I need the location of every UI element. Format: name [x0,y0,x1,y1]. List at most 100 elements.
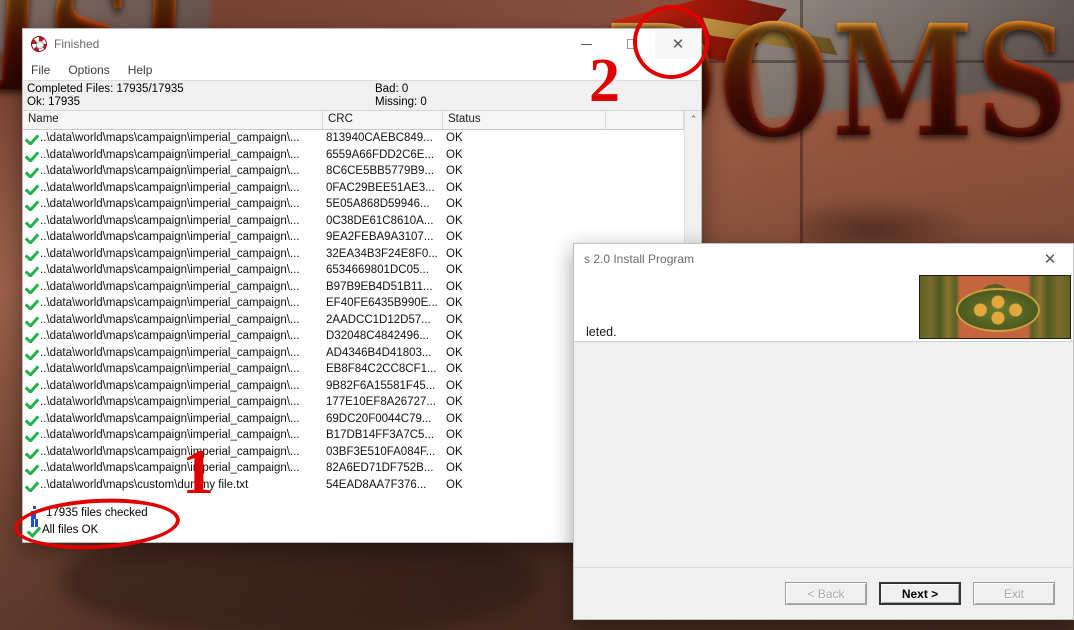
checkmark-icon [24,346,38,360]
scroll-up-icon[interactable]: ⌃ [685,111,701,128]
table-row[interactable]: ..\data\world\maps\campaign\imperial_cam… [23,180,701,197]
cell-crc: AD4346B4D41803... [326,346,432,359]
cell-status: OK [446,132,463,145]
cell-name-text: ..\data\world\maps\campaign\imperial_cam… [40,346,300,359]
maximize-icon [627,39,637,49]
cell-name-text: ..\data\world\maps\campaign\imperial_cam… [40,198,300,211]
cell-name: ..\data\world\maps\campaign\imperial_cam… [23,263,323,277]
checkmark-icon [24,412,38,426]
checkmark-icon [24,263,38,277]
install-message-text: leted. [586,325,617,339]
minimize-button[interactable] [563,29,609,59]
column-header-status[interactable]: Status [443,111,606,129]
cell-name: ..\data\world\maps\campaign\imperial_cam… [23,412,323,426]
cell-crc: 9B82F6A15581F45... [326,379,436,392]
crc-window-title: Finished [54,37,100,51]
column-header-name[interactable]: Name [23,111,323,129]
table-row[interactable]: ..\data\world\maps\campaign\imperial_cam… [23,163,701,180]
checkmark-icon [24,461,38,475]
cell-name: ..\data\world\maps\campaign\imperial_cam… [23,197,323,211]
table-row[interactable]: ..\data\world\maps\campaign\imperial_cam… [23,147,701,164]
crc-statistics-panel: Completed Files: 17935/17935 Ok: 17935 B… [23,80,701,110]
column-header-crc[interactable]: CRC [323,111,443,129]
cell-name: ..\data\world\maps\campaign\imperial_cam… [23,329,323,343]
cell-name-text: ..\data\world\maps\campaign\imperial_cam… [40,363,300,376]
cell-crc: 813940CAEBC849... [326,132,433,145]
maximize-button[interactable] [609,29,655,59]
cell-name-text: ..\data\world\maps\campaign\imperial_cam… [40,280,300,293]
column-header-blank[interactable] [606,111,684,129]
checkmark-icon [24,181,38,195]
table-row[interactable]: ..\data\world\maps\campaign\imperial_cam… [23,213,701,230]
checkmark-icon [24,131,38,145]
cell-status: OK [446,214,463,227]
install-titlebar[interactable]: s 2.0 Install Program ✕ [574,244,1073,273]
close-button[interactable]: ✕ [655,29,701,59]
cell-name-text: ..\data\world\maps\campaign\imperial_cam… [40,231,300,244]
cell-name: ..\data\world\maps\campaign\imperial_cam… [23,362,323,376]
cell-crc: 32EA34B3F24E8F0... [326,247,438,260]
stat-bad-count: Bad: 0 [375,83,409,95]
cell-name: ..\data\world\maps\campaign\imperial_cam… [23,214,323,228]
cell-crc: 0FAC29BEE51AE3... [326,181,435,194]
cell-name: ..\data\world\maps\campaign\imperial_cam… [23,445,323,459]
cell-name-text: ..\data\world\maps\campaign\imperial_cam… [40,165,300,178]
footer-files-checked-text: 17935 files checked [46,506,148,519]
install-window-title: s 2.0 Install Program [584,251,695,266]
checkmark-icon [24,362,38,376]
menu-file[interactable]: File [31,63,60,77]
cell-name: ..\data\world\maps\campaign\imperial_cam… [23,181,323,195]
checkmark-icon [24,296,38,310]
install-button-bar: < Back Next > Exit [574,567,1073,619]
checkmark-icon [24,164,38,178]
cell-name-text: ..\data\world\maps\campaign\imperial_cam… [40,396,300,409]
cell-name-text: ..\data\world\maps\campaign\imperial_cam… [40,264,300,277]
cell-name: ..\data\world\maps\campaign\imperial_cam… [23,280,323,294]
menu-help[interactable]: Help [128,63,163,77]
exit-button[interactable]: Exit [973,582,1055,605]
cell-crc: 0C38DE61C8610A... [326,214,434,227]
checkmark-icon [24,313,38,327]
cell-status: OK [446,148,463,161]
table-row[interactable]: ..\data\world\maps\campaign\imperial_cam… [23,130,701,147]
install-program-window: s 2.0 Install Program ✕ leted. < Back Ne… [573,243,1074,620]
cell-crc: 177E10EF8A26727... [326,396,436,409]
cell-name-text: ..\data\world\maps\campaign\imperial_cam… [40,297,300,310]
menu-options[interactable]: Options [68,63,119,77]
checkmark-icon [24,379,38,393]
ornament-artwork [919,275,1071,339]
cell-name-text: ..\data\world\maps\campaign\imperial_cam… [40,330,300,343]
cell-name: ..\data\world\maps\campaign\imperial_cam… [23,131,323,145]
cell-name: ..\data\world\maps\campaign\imperial_cam… [23,395,323,409]
cell-name: ..\data\world\maps\campaign\imperial_cam… [23,296,323,310]
table-row[interactable]: ..\data\world\maps\campaign\imperial_cam… [23,196,701,213]
cell-crc: 69DC20F0044C79... [326,412,432,425]
cell-crc: EF40FE6435B990E... [326,297,438,310]
close-icon[interactable]: ✕ [1027,244,1073,273]
info-icon [28,505,42,520]
cell-name-text: ..\data\world\maps\campaign\imperial_cam… [40,148,300,161]
cell-crc: 5E05A868D59946... [326,198,430,211]
cell-crc: D32048C4842496... [326,330,429,343]
cell-name-text: ..\data\world\maps\campaign\imperial_cam… [40,379,300,392]
checkmark-icon [24,197,38,211]
cell-crc: EB8F84C2CC8CF1... [326,363,437,376]
next-button[interactable]: Next > [879,582,961,605]
cell-name-text: ..\data\world\maps\campaign\imperial_cam… [40,247,300,260]
cell-crc: 82A6ED71DF752B... [326,462,434,475]
checkmark-icon [24,280,38,294]
cell-name: ..\data\world\maps\campaign\imperial_cam… [23,461,323,475]
install-content-area [574,341,1073,567]
back-button[interactable]: < Back [785,582,867,605]
checkmark-icon [24,445,38,459]
cell-name-text: ..\data\world\maps\campaign\imperial_cam… [40,429,300,442]
stat-missing-count: Missing: 0 [375,96,427,108]
checkmark-icon [24,395,38,409]
cell-crc: 6534669801DC05... [326,264,429,277]
checkmark-icon [26,523,40,537]
checkmark-icon [24,428,38,442]
checkmark-icon [24,329,38,343]
crc-titlebar[interactable]: Finished ✕ [23,29,701,59]
cell-crc: 9EA2FEBA9A3107... [326,231,434,244]
crc-list-header: Name CRC Status [23,111,701,130]
